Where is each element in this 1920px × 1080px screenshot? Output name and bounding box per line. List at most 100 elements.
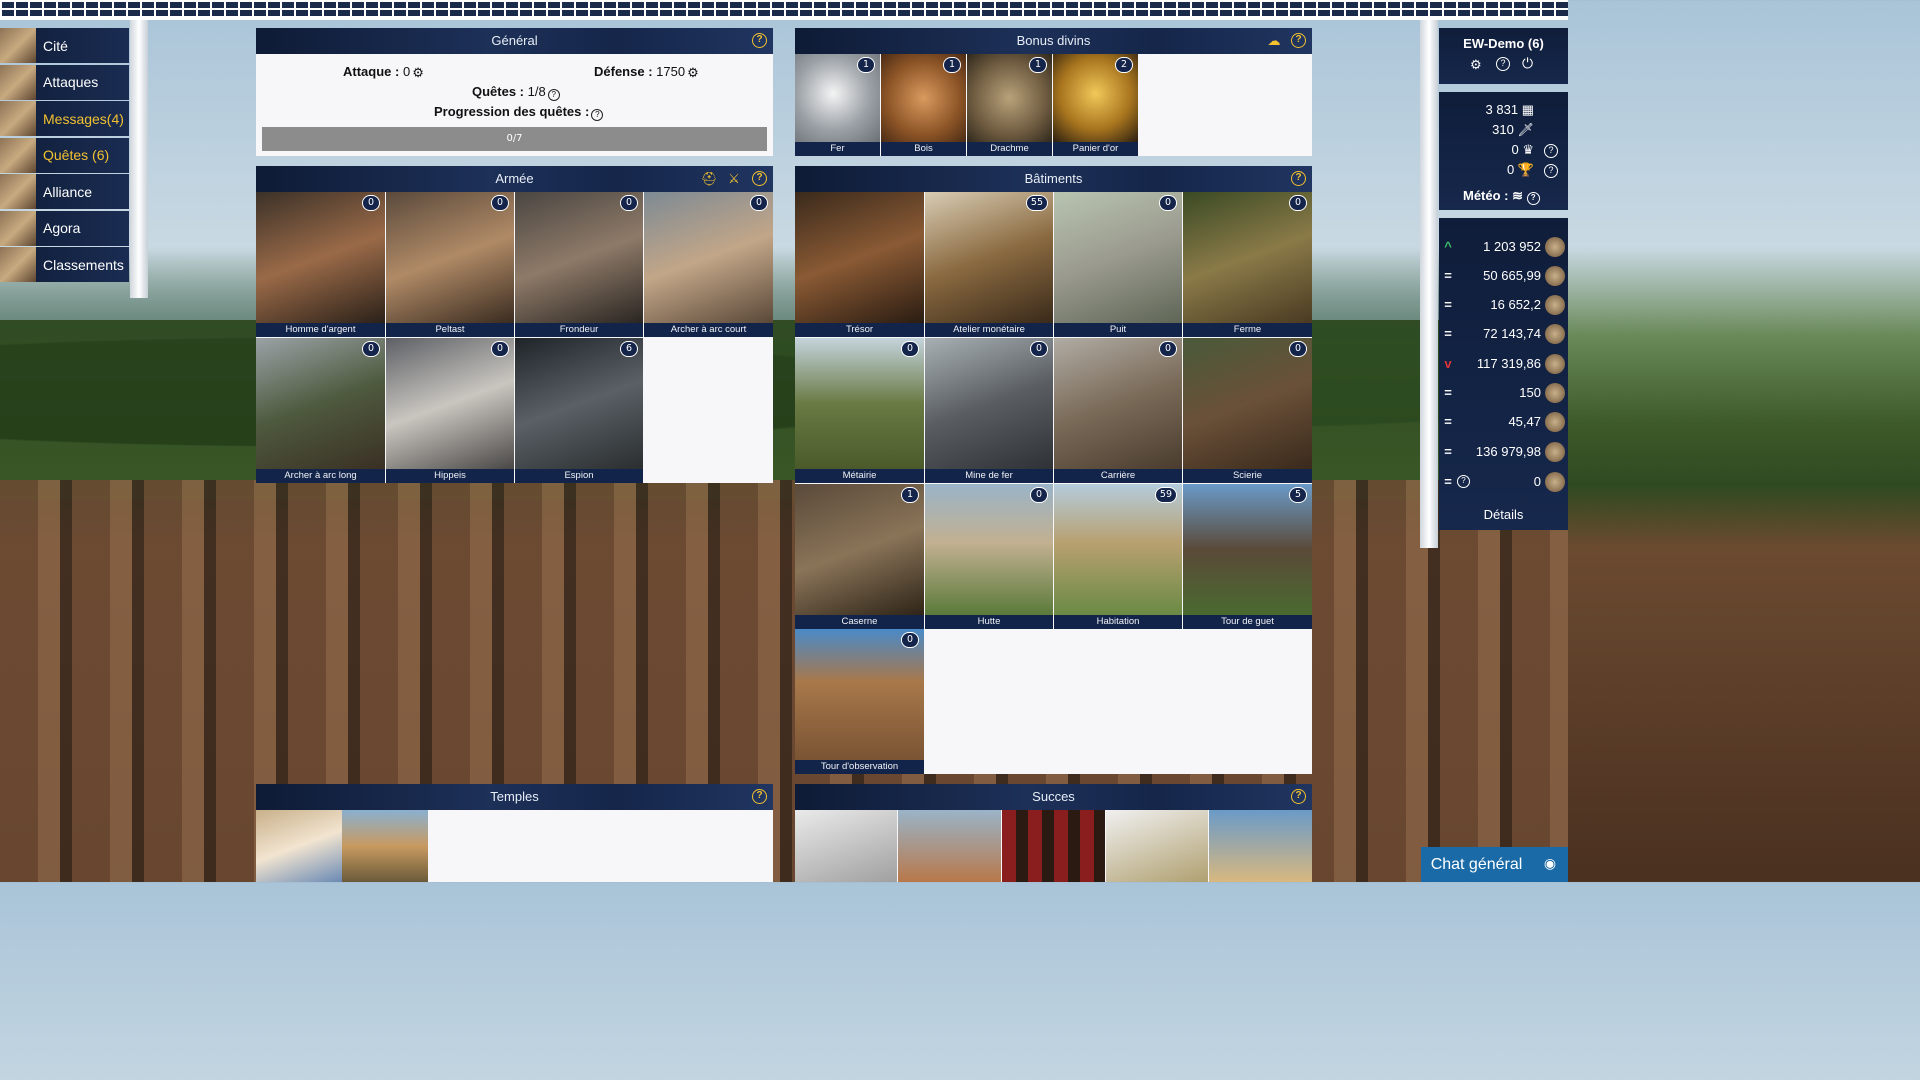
success-city[interactable]	[898, 810, 1001, 882]
messages-thumbnail	[0, 101, 36, 136]
help-icon[interactable]: ?	[752, 789, 767, 804]
building-image	[1183, 484, 1312, 615]
divine-bonus-panel: Bonus divins ☁ ? 1 Fer 1 Bois 1 Drachme 2 Pa…	[795, 28, 1312, 156]
help-icon[interactable]: ?	[1544, 164, 1558, 178]
unit-peltast[interactable]: 0 Peltast	[386, 192, 514, 337]
count-badge: 55	[1025, 195, 1048, 211]
unit-frondeur[interactable]: 0 Frondeur	[515, 192, 643, 337]
nav-item-quetes[interactable]: Quêtes (6)	[0, 137, 129, 173]
building-scierie[interactable]: 0 Scierie	[1183, 338, 1312, 483]
help-icon[interactable]: ?	[547, 89, 560, 101]
building-caserne[interactable]: 1 Caserne	[795, 484, 924, 629]
quests-label: Quêtes :	[472, 84, 525, 99]
unit-homme-dargent[interactable]: 0 Homme d'argent	[256, 192, 385, 337]
count-badge: 0	[750, 195, 768, 211]
tile-label: Bois	[881, 142, 966, 156]
gear-icon[interactable]: ⚙	[412, 65, 424, 81]
building-tour-de-guet[interactable]: 5 Tour de guet	[1183, 484, 1312, 629]
nav-item-alliance[interactable]: Alliance	[0, 174, 129, 209]
resource-icon	[1545, 294, 1565, 315]
building-tour-dobservation[interactable]: 0 Tour d'observation	[795, 629, 924, 774]
unit-hippeis[interactable]: 0 Hippeis	[386, 338, 514, 483]
gear-icon[interactable]: ⚙	[687, 65, 699, 81]
resource-row: ^ 1 203 952	[1439, 232, 1568, 261]
crossed-swords-icon[interactable]: ⚔	[726, 171, 742, 186]
count-badge: 0	[1030, 341, 1048, 357]
building-tresor[interactable]: Trésor	[795, 192, 924, 337]
success-banners[interactable]	[1002, 810, 1105, 882]
divine-item-bois[interactable]: 1 Bois	[881, 54, 966, 156]
divine-item-panier-dor[interactable]: 2 Panier d'or	[1053, 54, 1138, 156]
trend-flat-icon: =	[1444, 444, 1452, 459]
success-laurel[interactable]	[795, 810, 897, 882]
temple-parthenon[interactable]	[342, 810, 428, 882]
building-hutte[interactable]: 0 Hutte	[925, 484, 1053, 629]
help-icon[interactable]: ?	[1291, 33, 1306, 48]
discord-icon[interactable]: ◉	[1532, 847, 1568, 882]
building-image	[925, 338, 1053, 469]
count-badge: 0	[491, 195, 509, 211]
player-name: EW-Demo (6)	[1463, 36, 1544, 51]
crown-icon: ♛	[1522, 142, 1534, 157]
building-image	[1183, 192, 1312, 323]
population-stat: 3 831 ▦	[1486, 102, 1534, 118]
building-carriere[interactable]: 0 Carrière	[1054, 338, 1182, 483]
help-icon[interactable]: ?	[1496, 57, 1510, 71]
resource-row: = 50 665,99	[1439, 261, 1568, 290]
unit-image	[256, 192, 385, 323]
nav-item-agora[interactable]: Agora	[0, 210, 129, 246]
building-puit[interactable]: 0 Puit	[1054, 192, 1182, 337]
help-icon[interactable]: ?	[1544, 144, 1558, 158]
building-ferme[interactable]: 0 Ferme	[1183, 192, 1312, 337]
help-icon[interactable]: ?	[1291, 789, 1306, 804]
stat-value: 3 831	[1485, 102, 1519, 117]
unit-espion[interactable]: 6 Espion	[515, 338, 643, 483]
divine-item-fer[interactable]: 1 Fer	[795, 54, 880, 156]
logout-icon[interactable]: ⏻	[1522, 55, 1533, 72]
tile-label: Hippeis	[386, 469, 514, 483]
resource-value: 0	[1533, 474, 1541, 489]
general-panel: Général ? Attaque : 0 ⚙ Défense : 1750 ⚙ Q…	[256, 28, 773, 156]
background-forest	[0, 320, 1568, 500]
help-icon[interactable]: ?	[752, 33, 767, 48]
count-badge: 0	[1159, 195, 1177, 211]
settings-icon[interactable]: ⚙	[1470, 57, 1482, 73]
panel-title: Bâtiments	[1024, 171, 1083, 186]
nav-item-messages[interactable]: Messages(4)	[0, 101, 129, 136]
unit-image	[386, 192, 514, 323]
buildings-header: Bâtiments ?	[795, 166, 1312, 192]
defense-label: Défense :	[594, 64, 653, 79]
resource-row: = 45,47	[1439, 407, 1568, 436]
help-icon[interactable]: ?	[1457, 475, 1470, 488]
unit-archer-arc-court[interactable]: 0 Archer à arc court	[644, 192, 773, 337]
resource-value: 72 143,74	[1483, 326, 1541, 341]
trend-flat-icon: =	[1444, 297, 1452, 312]
success-sword[interactable]	[1106, 810, 1208, 882]
success-temple[interactable]	[1209, 810, 1312, 882]
nav-item-cite[interactable]: Cité	[0, 28, 129, 63]
nav-item-attaques[interactable]: Attaques	[0, 64, 129, 100]
help-icon[interactable]: ?	[1526, 192, 1540, 205]
building-image	[795, 338, 924, 469]
divine-item-drachme[interactable]: 1 Drachme	[967, 54, 1052, 156]
help-icon[interactable]: ?	[591, 109, 604, 121]
cloud-icon[interactable]: ☁	[1266, 33, 1282, 48]
help-icon[interactable]: ?	[752, 171, 767, 186]
building-atelier-monetaire[interactable]: 55 Atelier monétaire	[925, 192, 1053, 337]
building-habitation[interactable]: 59 Habitation	[1054, 484, 1182, 629]
tile-label: Ferme	[1183, 323, 1312, 337]
nav-item-classements[interactable]: Classements	[0, 247, 129, 282]
divine-header: Bonus divins ☁ ?	[795, 28, 1312, 54]
resource-value: 117 319,86	[1476, 356, 1541, 371]
temples-panel: Temples ?	[256, 784, 773, 882]
help-icon[interactable]: ?	[1291, 171, 1306, 186]
building-image	[1183, 338, 1312, 469]
wind-icon: ≋	[1512, 188, 1524, 203]
temple-apollo[interactable]	[256, 810, 342, 882]
general-chat-button[interactable]: Chat général	[1421, 847, 1532, 882]
details-link[interactable]: Détails	[1439, 507, 1568, 522]
unit-archer-arc-long[interactable]: 0 Archer à arc long	[256, 338, 385, 483]
building-mine-de-fer[interactable]: 0 Mine de fer	[925, 338, 1053, 483]
helmet-icon[interactable]: ⛑	[701, 171, 718, 186]
building-metairie[interactable]: 0 Métairie	[795, 338, 924, 483]
